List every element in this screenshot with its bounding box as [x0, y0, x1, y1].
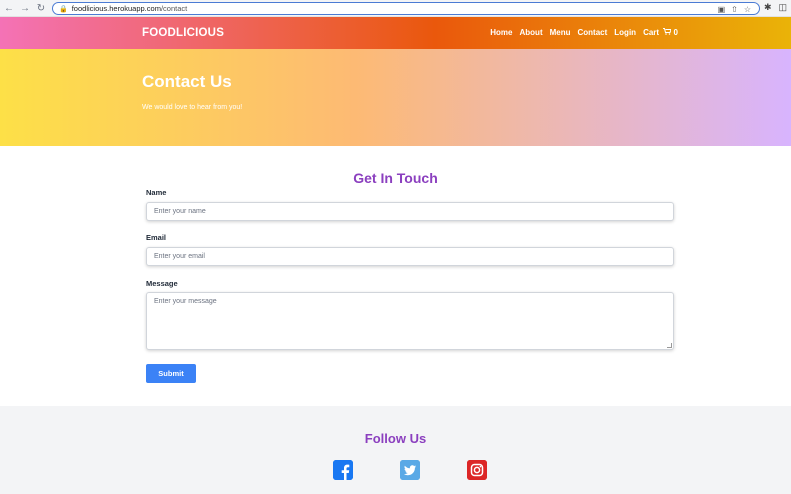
- footer: Follow Us: [0, 406, 791, 494]
- nav-link-about[interactable]: About: [520, 28, 543, 37]
- email-placeholder: Enter your email: [154, 253, 205, 260]
- resize-handle[interactable]: [667, 343, 672, 348]
- nav-link-cart[interactable]: Cart 0: [643, 28, 678, 37]
- cart-count: 0: [673, 28, 678, 37]
- facebook-icon[interactable]: [333, 460, 353, 480]
- page-title: Contact Us: [142, 72, 232, 91]
- brand-logo[interactable]: FOODLICIOUS: [142, 27, 224, 39]
- twitter-icon[interactable]: [400, 460, 420, 480]
- name-label: Name: [146, 188, 167, 197]
- url-actions: ▣ ⇧ ☆: [718, 3, 751, 16]
- message-textarea[interactable]: Enter your message: [146, 292, 674, 350]
- nav-link-home[interactable]: Home: [490, 28, 512, 37]
- nav-link-menu[interactable]: Menu: [550, 28, 571, 37]
- message-label: Message: [146, 279, 178, 288]
- extensions-icon[interactable]: ✱: [764, 2, 772, 13]
- forward-icon[interactable]: →: [18, 1, 32, 15]
- name-placeholder: Enter your name: [154, 208, 206, 215]
- submit-button[interactable]: Submit: [146, 364, 196, 383]
- nav-link-contact[interactable]: Contact: [578, 28, 608, 37]
- address-bar[interactable]: 🔒 foodlicious.herokuapp.com/contact ▣ ⇧ …: [52, 2, 760, 15]
- cart-icon: [663, 28, 673, 37]
- star-icon[interactable]: ☆: [744, 5, 751, 14]
- nav-links: Home About Menu Contact Login Cart 0: [490, 28, 678, 37]
- follow-title: Follow Us: [364, 431, 427, 446]
- instagram-icon[interactable]: [467, 460, 487, 480]
- url-host: foodlicious.herokuapp.com: [71, 4, 161, 13]
- email-input[interactable]: Enter your email: [146, 247, 674, 266]
- email-label: Email: [146, 233, 167, 242]
- nav-link-login[interactable]: Login: [614, 28, 636, 37]
- name-input[interactable]: Enter your name: [146, 202, 674, 221]
- install-icon[interactable]: ▣: [718, 5, 726, 14]
- url-path: /contact: [160, 4, 188, 13]
- form-title: Get In Touch: [353, 170, 438, 186]
- browser-toolbar: ← → ↻ 🔒 foodlicious.herokuapp.com/contac…: [0, 0, 791, 17]
- reload-icon[interactable]: ↻: [34, 1, 48, 15]
- extension-icons: ✱ ◫: [764, 2, 787, 13]
- back-icon[interactable]: ←: [2, 1, 16, 15]
- lock-icon: 🔒: [59, 5, 68, 13]
- message-placeholder: Enter your message: [154, 298, 217, 305]
- cart-label: Cart: [643, 28, 660, 37]
- site-navbar: FOODLICIOUS Home About Menu Contact Logi…: [0, 17, 791, 49]
- hero-banner: Contact Us We would love to hear from yo…: [0, 49, 791, 146]
- page-subtitle: We would love to hear from you!: [142, 104, 243, 111]
- sidebar-icon[interactable]: ◫: [778, 2, 787, 13]
- share-icon[interactable]: ⇧: [731, 5, 738, 14]
